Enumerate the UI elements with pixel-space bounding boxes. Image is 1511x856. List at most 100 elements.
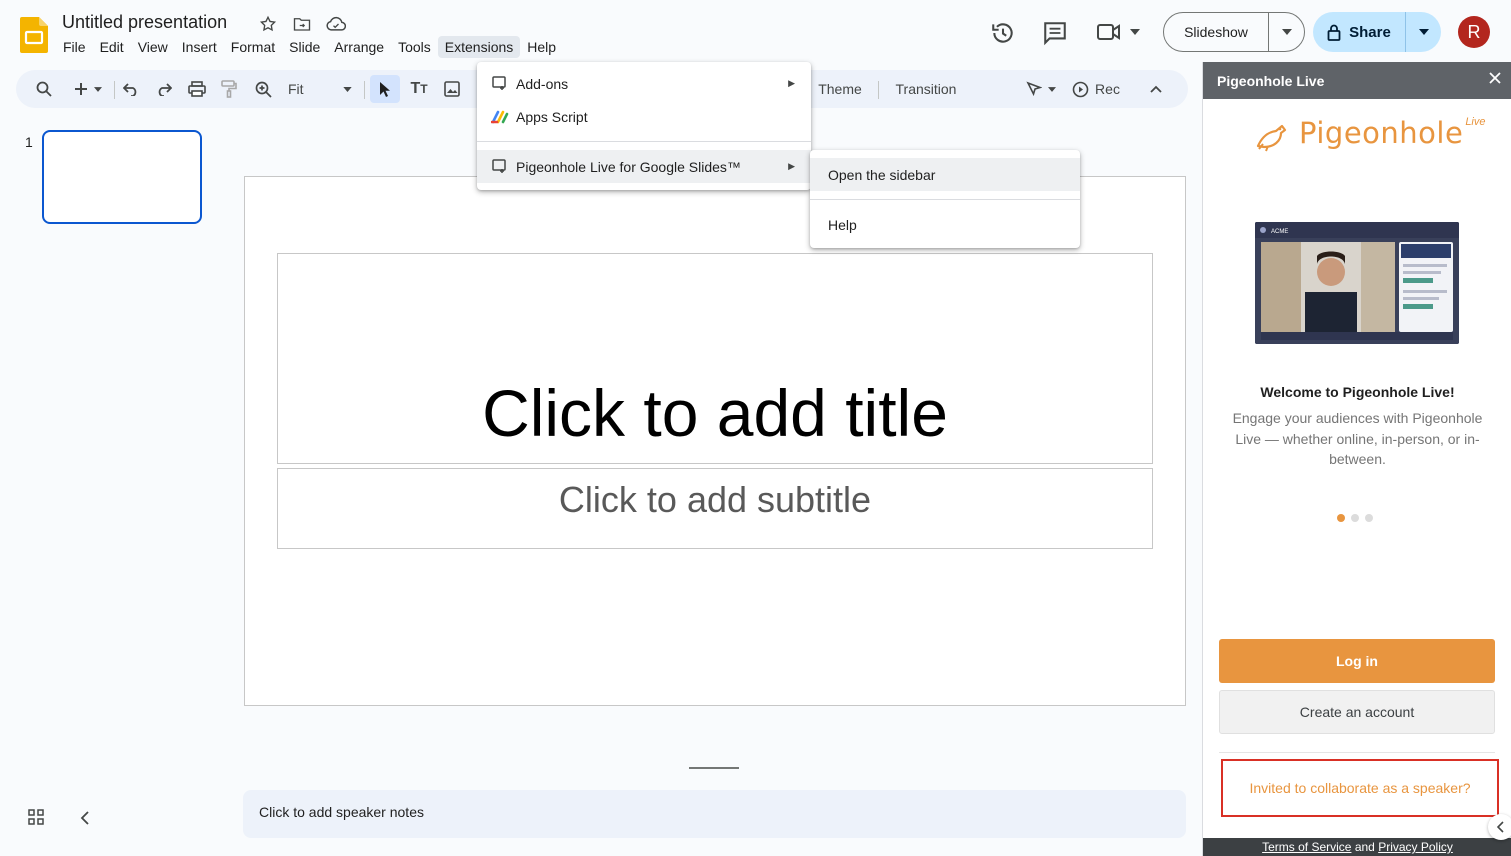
welcome-description: Engage your audiences with Pigeonhole Li…	[1232, 410, 1483, 467]
cloud-status-icon[interactable]	[325, 14, 347, 34]
logo-wordmark: Pigeonhole	[1299, 116, 1464, 150]
sidebar-title: Pigeonhole Live	[1217, 73, 1325, 89]
slideshow-label[interactable]: Slideshow	[1164, 13, 1269, 51]
share-label: Share	[1349, 23, 1391, 41]
invited-speaker-link[interactable]: Invited to collaborate as a speaker?	[1221, 759, 1499, 817]
menu-item-help[interactable]: Help	[810, 208, 1080, 241]
title-placeholder-box[interactable]: Click to add title	[277, 253, 1153, 464]
new-slide-button[interactable]	[68, 70, 108, 108]
pigeonhole-preview-image: ACME	[1255, 222, 1459, 344]
pigeonhole-submenu: Open the sidebar Help	[810, 150, 1080, 248]
transition-button[interactable]: Transition	[890, 70, 962, 108]
toolbar-divider	[878, 81, 879, 99]
chevron-down-icon	[1281, 29, 1292, 35]
add-on-icon	[491, 75, 509, 93]
paint-format-icon[interactable]	[218, 70, 240, 108]
menu-extensions[interactable]: Extensions	[437, 36, 521, 58]
menu-item-apps-script[interactable]: Apps Script	[477, 100, 811, 133]
carousel-dot[interactable]	[1365, 514, 1373, 522]
menu-item-open-sidebar[interactable]: Open the sidebar	[810, 158, 1080, 191]
carousel-dot[interactable]	[1351, 514, 1359, 522]
slide-number: 1	[25, 134, 33, 150]
carousel-dot-active[interactable]	[1337, 514, 1345, 522]
slide-thumbnail[interactable]	[42, 130, 202, 224]
video-camera-icon	[1097, 24, 1120, 40]
menu-slide[interactable]: Slide	[282, 36, 327, 58]
document-title[interactable]: Untitled presentation	[62, 12, 227, 33]
slideshow-options-button[interactable]	[1269, 13, 1304, 51]
submenu-arrow-icon: ▶	[788, 78, 795, 88]
carousel-dots	[1337, 514, 1373, 522]
menu-divider	[810, 199, 1080, 200]
print-icon[interactable]	[186, 70, 208, 108]
laser-pointer-button[interactable]	[1022, 70, 1060, 108]
chevron-down-icon	[1130, 29, 1140, 35]
subtitle-placeholder-box[interactable]: Click to add subtitle	[277, 468, 1153, 549]
zoom-icon[interactable]	[252, 70, 274, 108]
toolbar-divider	[114, 81, 115, 99]
footer-and-text: and	[1354, 840, 1375, 854]
chevron-down-icon	[343, 86, 352, 92]
move-folder-icon[interactable]	[291, 14, 313, 34]
record-button[interactable]: Rec	[1068, 70, 1124, 108]
star-icon[interactable]	[257, 14, 279, 34]
welcome-title: Welcome to Pigeonhole Live!	[1260, 384, 1455, 400]
menu-item-pigeonhole[interactable]: Pigeonhole Live for Google Slides™ ▶	[477, 150, 811, 183]
share-button[interactable]: Share	[1313, 12, 1441, 52]
menu-item-add-ons[interactable]: Add-ons ▶	[477, 67, 811, 100]
slideshow-button[interactable]: Slideshow	[1163, 12, 1305, 52]
select-cursor-icon[interactable]	[370, 75, 400, 103]
side-panel-toggle-icon[interactable]	[1488, 814, 1511, 840]
extensions-menu: Add-ons ▶ Apps Script Pigeonhole Live fo…	[477, 62, 811, 190]
chevron-left-icon[interactable]	[80, 810, 90, 831]
undo-icon[interactable]	[120, 70, 142, 108]
menu-edit[interactable]: Edit	[93, 36, 131, 58]
search-menus-icon[interactable]	[30, 70, 58, 108]
theme-button[interactable]: Theme	[814, 70, 866, 108]
menu-arrange[interactable]: Arrange	[327, 36, 391, 58]
log-in-button[interactable]: Log in	[1219, 639, 1495, 683]
share-main-button[interactable]: Share	[1313, 12, 1406, 52]
chevron-down-icon	[1418, 29, 1429, 35]
submenu-arrow-icon: ▶	[788, 161, 795, 171]
app-header: Untitled presentation File Edit View Ins…	[0, 0, 1511, 64]
collapse-toolbar-icon[interactable]	[1144, 70, 1168, 108]
version-history-icon[interactable]	[990, 20, 1016, 51]
slides-logo-icon[interactable]	[20, 17, 48, 53]
menu-view[interactable]: View	[131, 36, 175, 58]
meet-button[interactable]	[1096, 21, 1140, 43]
plus-icon	[75, 83, 87, 95]
logo-live: Live	[1465, 116, 1486, 128]
privacy-policy-link[interactable]: Privacy Policy	[1378, 840, 1453, 854]
lock-icon	[1327, 24, 1341, 41]
menu-divider	[477, 141, 811, 142]
menu-file[interactable]: File	[56, 36, 93, 58]
share-options-button[interactable]	[1406, 12, 1441, 52]
pigeonhole-logo: Pigeonhole Live	[1255, 114, 1486, 152]
apps-script-icon	[491, 108, 509, 126]
menu-bar: File Edit View Insert Format Slide Arran…	[56, 36, 563, 58]
menu-insert[interactable]: Insert	[175, 36, 224, 58]
speaker-notes[interactable]: Click to add speaker notes	[243, 790, 1186, 838]
record-icon	[1072, 81, 1089, 97]
create-account-button[interactable]: Create an account	[1219, 690, 1495, 734]
zoom-select[interactable]: Fit	[284, 70, 356, 108]
account-avatar[interactable]: R	[1458, 16, 1490, 48]
menu-tools[interactable]: Tools	[391, 36, 438, 58]
terms-of-service-link[interactable]: Terms of Service	[1262, 840, 1351, 854]
grid-view-icon[interactable]	[28, 809, 44, 830]
text-box-icon[interactable]: TT	[406, 70, 432, 108]
chevron-down-icon	[94, 86, 102, 92]
zoom-value: Fit	[288, 81, 304, 97]
redo-icon[interactable]	[153, 70, 175, 108]
notes-resize-handle[interactable]	[689, 767, 739, 769]
comments-icon[interactable]	[1042, 20, 1068, 51]
sidebar-divider	[1219, 752, 1495, 753]
chevron-down-icon	[1048, 86, 1056, 92]
close-icon[interactable]	[1488, 71, 1502, 88]
pigeon-bird-icon	[1256, 124, 1287, 152]
menu-format[interactable]: Format	[224, 36, 282, 58]
subtitle-placeholder: Click to add subtitle	[558, 479, 872, 520]
menu-help[interactable]: Help	[520, 36, 563, 58]
insert-image-icon[interactable]	[440, 70, 464, 108]
